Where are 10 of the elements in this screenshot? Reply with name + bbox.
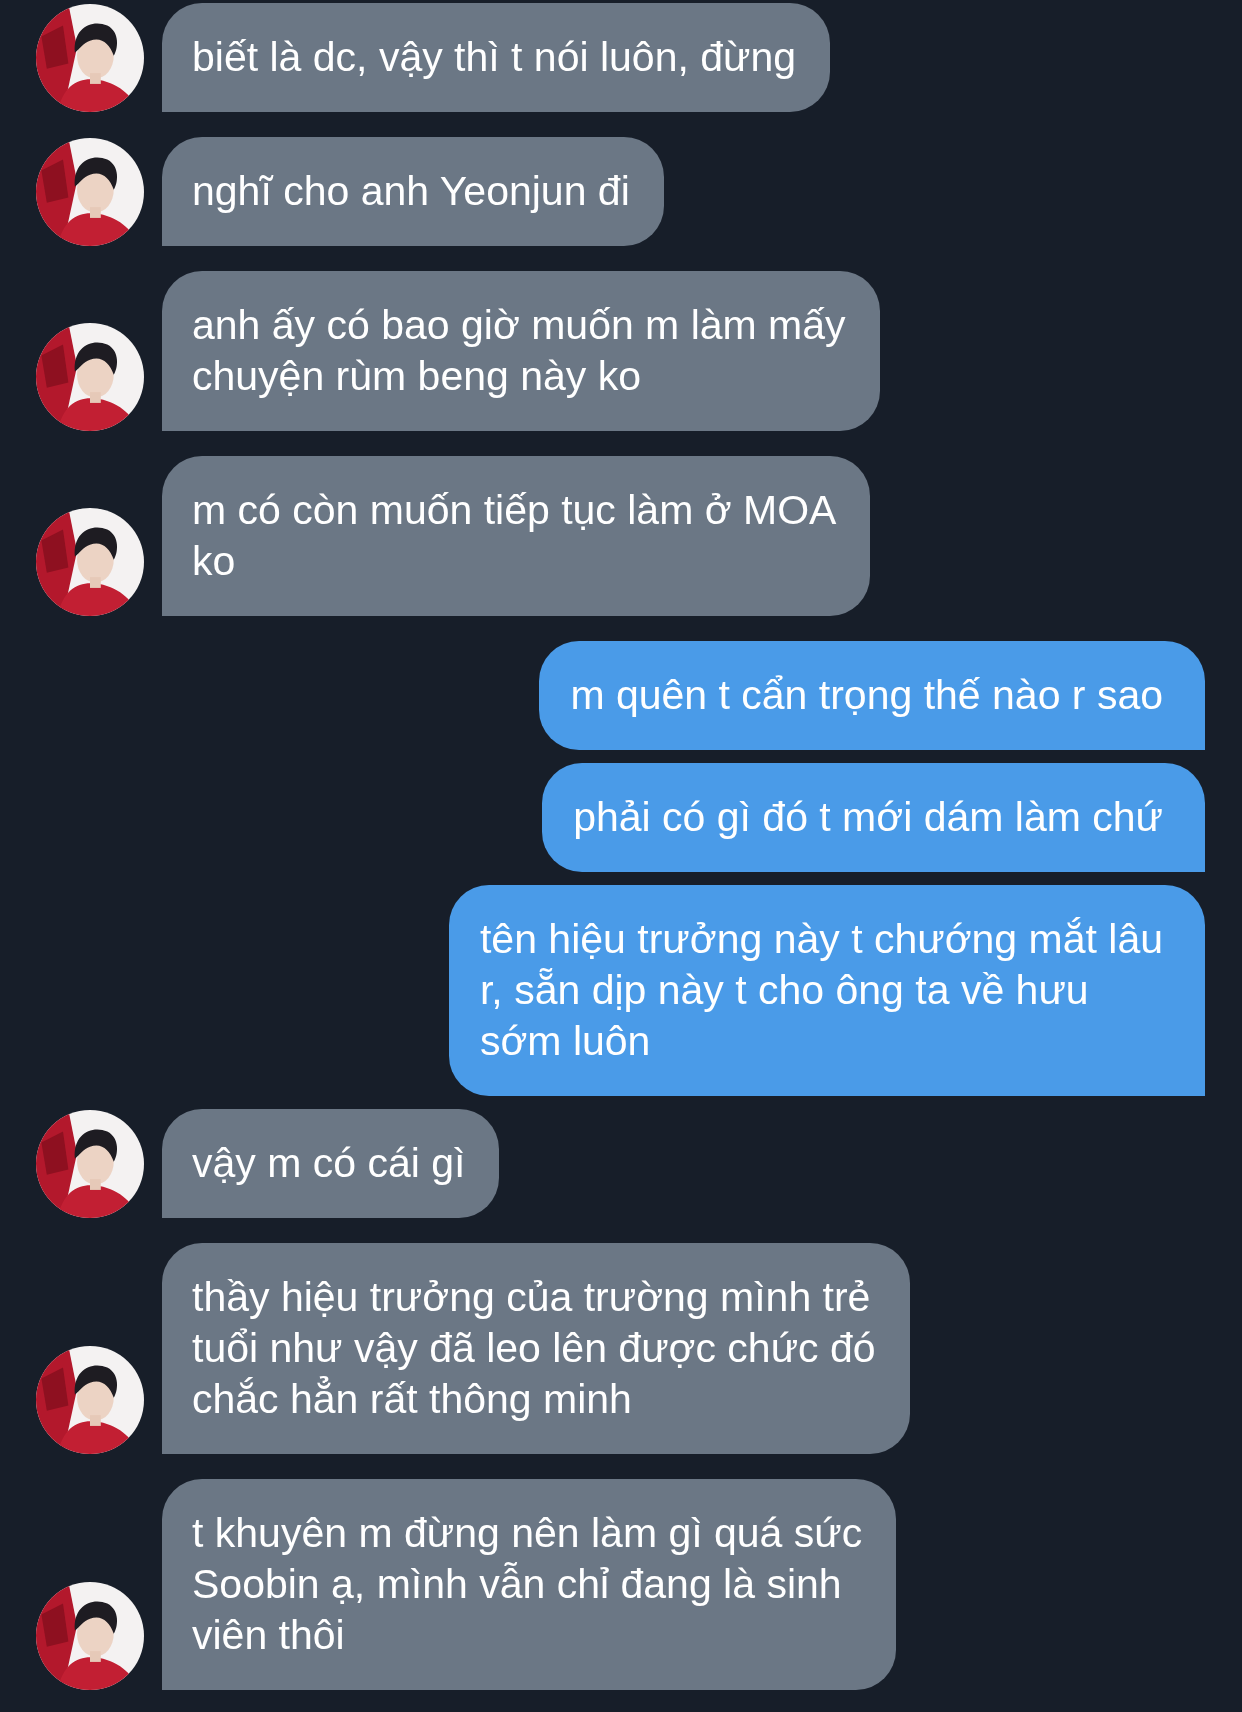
message-bubble: tên hiệu trưởng này t chướng mắt lâu r, sẵn dịp này t cho ông ta về hưu sớm luôn <box>448 885 1205 1096</box>
message-bubble: t khuyên m đừng nên làm gì quá sức Soobin ạ, mình vẫn chỉ đang là sinh viên thôi <box>162 1479 897 1690</box>
message-bubble: anh ấy có bao giờ muốn m làm mấy chuyện rùm beng này ko <box>162 271 880 431</box>
message-bubble: nghĩ cho anh Yeonjun đi <box>162 137 664 246</box>
message-bubble: thầy hiệu trưởng của trường mình trẻ tuổi như vậy đã leo lên được chức đó chắc hẳn rất thông minh <box>162 1243 910 1454</box>
message-bubble: m có còn muốn tiếp tục làm ở MOA ko <box>162 456 871 616</box>
message-bubble: vậy m có cái gì <box>162 1109 500 1218</box>
message-bubble: phải có gì đó t mới dám làm chứ <box>542 763 1205 872</box>
message-bubble: biết là dc, vậy thì t nói luôn, đừng <box>162 3 831 112</box>
message-bubble: m quên t cẩn trọng thế nào r sao <box>539 641 1205 750</box>
